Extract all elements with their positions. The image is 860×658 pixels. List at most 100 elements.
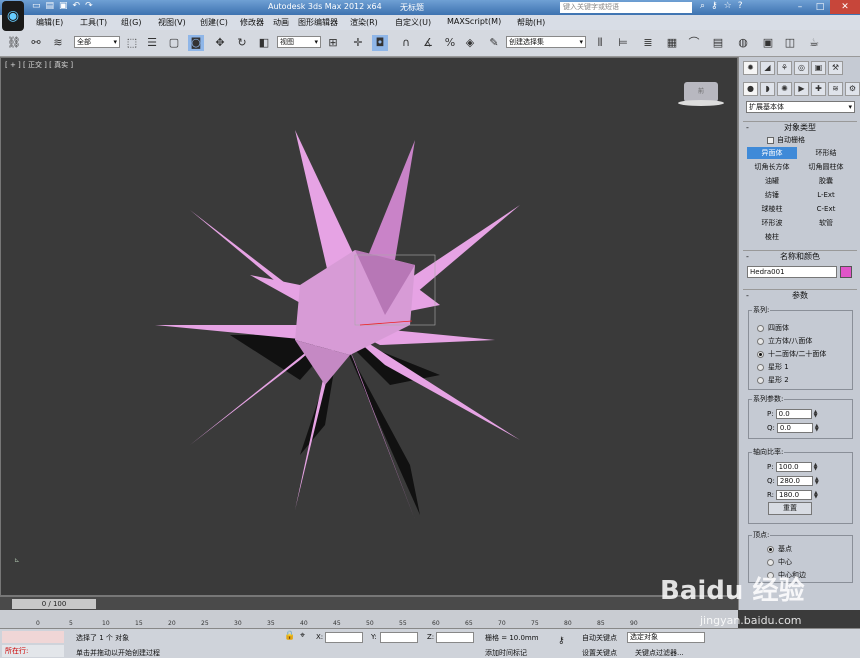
cameras-icon[interactable]: ▶	[794, 82, 809, 96]
save-icon[interactable]: ▣	[59, 1, 68, 11]
hierarchy-tab-icon[interactable]: ⚘	[777, 61, 792, 75]
viewcube-ring[interactable]	[678, 100, 724, 106]
menu-tools[interactable]: 工具(T)	[80, 17, 107, 28]
z-coord-input[interactable]	[436, 632, 474, 643]
capsule-button[interactable]: 胶囊	[801, 175, 851, 187]
redo-icon[interactable]: ↷	[85, 1, 93, 11]
spindle-button[interactable]: 纺锤	[747, 189, 797, 201]
select-object-icon[interactable]: ⬚	[124, 35, 140, 51]
binoculars-icon[interactable]: ⌕	[700, 1, 705, 11]
torus-knot-button[interactable]: 环形结	[801, 147, 851, 159]
key-icon[interactable]: ⚷	[558, 636, 565, 646]
hose-button[interactable]: 软管	[801, 217, 851, 229]
set-key-button[interactable]: 设置关键点	[582, 648, 617, 658]
axis-q-spinner[interactable]: Q: 280.0 ▲ ▼	[767, 476, 819, 486]
shapes-icon[interactable]: ◗	[760, 82, 775, 96]
edit-named-sel-icon[interactable]: ✎	[486, 35, 502, 51]
reference-coord-select[interactable]: 视图	[277, 36, 321, 48]
manipulate-icon[interactable]: ✛	[350, 35, 366, 51]
rollout-object-type[interactable]: - 对象类型	[743, 121, 857, 132]
menu-create[interactable]: 创建(C)	[200, 17, 228, 28]
family-p-input[interactable]: 0.0	[775, 409, 812, 419]
family-p-spinner[interactable]: P: 0.0 ▲ ▼	[767, 409, 817, 419]
family-option-tetra[interactable]: 四面体	[757, 323, 789, 333]
create-tab-icon[interactable]: ✹	[743, 61, 758, 75]
modify-tab-icon[interactable]: ◢	[760, 61, 775, 75]
key-icon[interactable]: ⚷	[711, 1, 718, 11]
key-filters-button[interactable]: 关键点过滤器...	[635, 648, 684, 658]
viewcube-icon[interactable]: 前	[684, 82, 718, 102]
snap-toggle-icon[interactable]: ∩	[398, 35, 414, 51]
object-name-input[interactable]: Hedra001	[747, 266, 837, 278]
add-time-tag[interactable]: 添加时间标记	[485, 648, 527, 658]
render-teapot-icon[interactable]: ☕	[806, 35, 822, 51]
vertex-option-center[interactable]: 中心	[767, 557, 792, 567]
family-option-cube-octa[interactable]: 立方体/八面体	[757, 336, 812, 346]
family-option-dodec-icos[interactable]: 十二面体/二十面体	[757, 349, 826, 359]
menu-group[interactable]: 组(G)	[121, 17, 141, 28]
unlink-icon[interactable]: ⚯	[28, 35, 44, 51]
mirror-icon[interactable]: ⫴	[592, 35, 608, 51]
time-slider-thumb[interactable]: 0 / 100	[12, 599, 96, 609]
spacewarps-icon[interactable]: ≋	[828, 82, 843, 96]
axis-p-input[interactable]: 100.0	[775, 462, 812, 472]
geometry-category-select[interactable]: 扩展基本体	[746, 101, 855, 113]
graphite-toggle-icon[interactable]: ▦	[664, 35, 680, 51]
named-selection-select[interactable]: 创建选择集	[506, 36, 586, 48]
star-icon[interactable]: ☆	[724, 1, 732, 11]
axis-r-input[interactable]: 180.0	[776, 490, 813, 500]
autogrid-check[interactable]	[767, 136, 774, 144]
absolute-mode-icon[interactable]: ⌖	[300, 631, 305, 641]
hedra-object[interactable]	[150, 125, 530, 525]
material-editor-icon[interactable]: ◍	[735, 35, 751, 51]
minimize-button[interactable]: –	[790, 0, 810, 14]
help-icon[interactable]: ?	[738, 1, 743, 11]
family-q-input[interactable]: 0.0	[776, 423, 813, 433]
maximize-button[interactable]: □	[810, 0, 830, 14]
motion-tab-icon[interactable]: ◎	[794, 61, 809, 75]
reset-button[interactable]: 重置	[768, 502, 812, 515]
ringwave-button[interactable]: 环形波	[747, 217, 797, 229]
time-slider[interactable]: 0 / 100	[0, 596, 738, 610]
keyboard-shortcut-icon[interactable]: ◘	[372, 35, 388, 51]
schematic-view-icon[interactable]: ▤	[710, 35, 726, 51]
spinner-arrows-icon[interactable]: ▲ ▼	[814, 463, 818, 472]
maxscript-mini-listener[interactable]	[2, 631, 64, 643]
new-icon[interactable]: ▭	[32, 1, 41, 11]
viewport-label[interactable]: [ + ] [ 正交 ] [ 真实 ]	[5, 60, 73, 70]
chamfer-cyl-button[interactable]: 切角圆柱体	[801, 161, 851, 173]
hedra-button[interactable]: 异面体	[747, 147, 797, 159]
spinner-arrows-icon[interactable]: ▲ ▼	[815, 477, 819, 486]
menu-edit[interactable]: 编辑(E)	[36, 17, 63, 28]
rollout-name-color[interactable]: - 名称和颜色	[743, 250, 857, 261]
menu-modifiers[interactable]: 修改器	[240, 17, 264, 28]
select-by-name-icon[interactable]: ☰	[144, 35, 160, 51]
family-option-star2[interactable]: 星形 2	[757, 375, 789, 385]
axis-r-spinner[interactable]: R: 180.0 ▲ ▼	[767, 490, 818, 500]
search-input[interactable]: 键入关键字或短语	[560, 2, 692, 13]
geometry-icon[interactable]: ●	[743, 82, 758, 96]
family-q-spinner[interactable]: Q: 0.0 ▲ ▼	[767, 423, 819, 433]
menu-rendering[interactable]: 渲染(R)	[350, 17, 378, 28]
menu-graph-editors[interactable]: 图形编辑器	[298, 17, 338, 28]
axis-q-input[interactable]: 280.0	[776, 476, 813, 486]
key-mode-select[interactable]: 选定对象	[627, 632, 705, 643]
close-button[interactable]: ✕	[830, 0, 860, 14]
systems-icon[interactable]: ⚙	[845, 82, 860, 96]
selection-filter-select[interactable]: 全部	[74, 36, 120, 48]
oiltank-button[interactable]: 油罐	[747, 175, 797, 187]
prism-button[interactable]: 棱柱	[747, 231, 797, 243]
bind-spacewarp-icon[interactable]: ≋	[50, 35, 66, 51]
align-icon[interactable]: ⊨	[615, 35, 631, 51]
render-setup-icon[interactable]: ▣	[760, 35, 776, 51]
menu-views[interactable]: 视图(V)	[158, 17, 186, 28]
y-coord-input[interactable]	[380, 632, 418, 643]
x-coord-input[interactable]	[325, 632, 363, 643]
autogrid-checkbox[interactable]: 自动栅格	[767, 135, 805, 145]
menu-animation[interactable]: 动画	[273, 17, 289, 28]
lock-selection-icon[interactable]: 🔒	[284, 631, 295, 641]
menu-help[interactable]: 帮助(H)	[517, 17, 545, 28]
rotate-icon[interactable]: ↻	[234, 35, 250, 51]
family-option-star1[interactable]: 星形 1	[757, 362, 789, 372]
scale-icon[interactable]: ◧	[256, 35, 272, 51]
